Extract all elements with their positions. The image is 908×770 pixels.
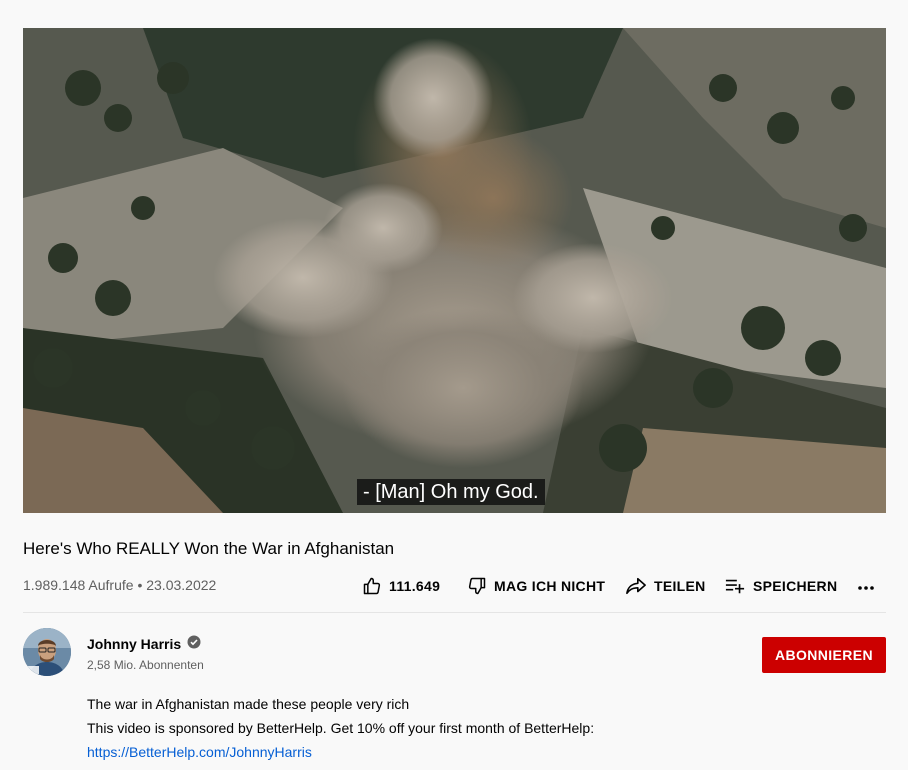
save-label: SPEICHERN <box>753 578 838 594</box>
divider <box>23 612 886 613</box>
verified-check-icon <box>187 635 201 653</box>
dislike-label: MAG ICH NICHT <box>494 578 606 594</box>
save-button[interactable]: SPEICHERN <box>724 576 837 596</box>
share-button[interactable]: TEILEN <box>625 576 706 596</box>
like-count: 111.649 <box>389 578 441 594</box>
betterhelp-link[interactable]: https://BetterHelp.com/JohnnyHarris <box>87 744 312 760</box>
channel-name-label: Johnny Harris <box>87 636 182 652</box>
video-player[interactable]: - [Man] Oh my God. <box>23 28 886 513</box>
playlist-add-icon <box>724 576 746 596</box>
description-line-2: This video is sponsored by BetterHelp. G… <box>87 720 595 736</box>
more-actions-button[interactable] <box>857 576 875 596</box>
description-line-1: The war in Afghanistan made these people… <box>87 696 410 712</box>
thumbs-up-icon <box>362 576 382 596</box>
youtube-watch-page: - [Man] Oh my God. Here's Who REALLY Won… <box>0 0 908 770</box>
video-frame-explosion <box>23 28 886 513</box>
subscriber-count: 2,58 Mio. Abonnenten <box>87 658 204 672</box>
dislike-button[interactable]: MAG ICH NICHT <box>467 576 605 596</box>
channel-name[interactable]: Johnny Harris <box>87 635 201 653</box>
upload-date: 23.03.2022 <box>146 577 217 593</box>
subtitle-caption: - [Man] Oh my God. <box>357 479 545 505</box>
more-horizontal-icon <box>857 576 875 596</box>
meta-separator: • <box>137 577 143 593</box>
share-label: TEILEN <box>654 578 706 594</box>
video-meta: 1.989.148 Aufrufe • 23.03.2022 <box>23 576 216 594</box>
video-title: Here's Who REALLY Won the War in Afghani… <box>23 539 395 558</box>
view-count: 1.989.148 Aufrufe <box>23 577 134 593</box>
like-button[interactable]: 111.649 <box>362 576 440 596</box>
description-link-row: https://BetterHelp.com/JohnnyHarris <box>87 742 312 762</box>
subscribe-button[interactable]: ABONNIEREN <box>762 637 886 673</box>
share-arrow-icon <box>625 576 647 596</box>
channel-avatar[interactable] <box>23 628 71 676</box>
thumbs-down-icon <box>467 576 487 596</box>
